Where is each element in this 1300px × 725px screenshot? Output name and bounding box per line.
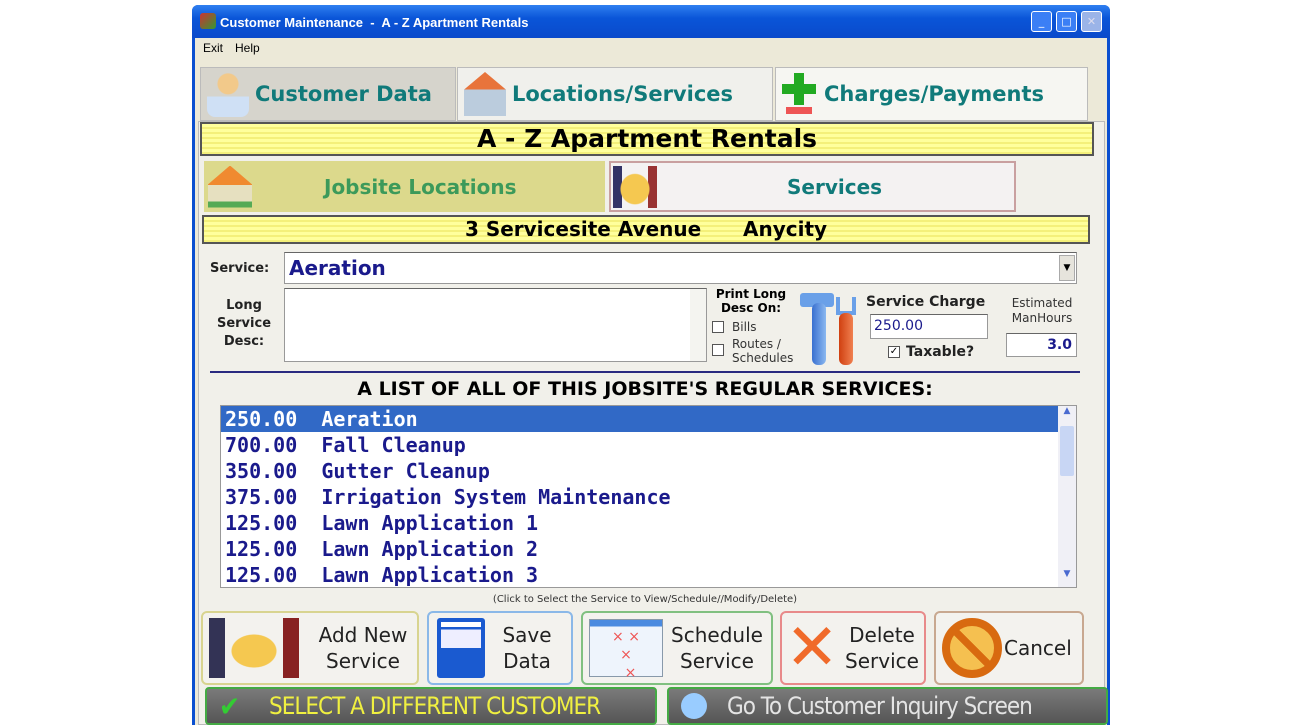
menu-help[interactable]: Help bbox=[235, 41, 260, 55]
routes-checkbox[interactable] bbox=[712, 344, 724, 356]
print-long-desc-label: Print Long Desc On: bbox=[715, 287, 787, 315]
address-banner: 3 Servicesite Avenue Anycity bbox=[202, 215, 1090, 244]
service-dropdown[interactable]: Aeration ▼ bbox=[284, 252, 1077, 284]
scroll-down-icon[interactable]: ▼ bbox=[1058, 569, 1076, 587]
list-item[interactable]: 350.00 Gutter Cleanup bbox=[221, 458, 1076, 484]
minimize-button[interactable]: _ bbox=[1031, 11, 1052, 32]
item-name: Irrigation System Maintenance bbox=[321, 485, 671, 509]
maximize-button[interactable]: □ bbox=[1056, 11, 1077, 32]
item-amount: 350.00 bbox=[225, 459, 298, 483]
est-manhours-label: Estimated ManHours bbox=[1011, 296, 1073, 325]
divider bbox=[210, 371, 1080, 373]
long-desc-textarea[interactable] bbox=[284, 288, 707, 362]
floppy-disk-icon bbox=[437, 618, 485, 678]
item-name: Aeration bbox=[321, 407, 418, 431]
address-city: Anycity bbox=[743, 217, 828, 241]
save-data-button[interactable]: Save Data bbox=[427, 611, 573, 685]
taxable-checkbox[interactable]: ✓ bbox=[888, 346, 900, 358]
calendar-icon: × × × × bbox=[589, 619, 663, 681]
schedule-service-button[interactable]: × × × × Schedule Service bbox=[581, 611, 773, 685]
title-bar: Customer Maintenance - A - Z Apartment R… bbox=[192, 5, 1110, 38]
x-icon: ✕ bbox=[785, 611, 839, 685]
subtab-jobsite-locations[interactable]: Jobsite Locations bbox=[204, 161, 605, 212]
item-name: Lawn Application 1 bbox=[321, 511, 539, 535]
tools-icon bbox=[800, 293, 858, 367]
window-title: Customer Maintenance - A - Z Apartment R… bbox=[220, 15, 529, 30]
list-item[interactable]: 375.00 Irrigation System Maintenance bbox=[221, 484, 1076, 510]
address-street: 3 Servicesite Avenue bbox=[464, 217, 702, 241]
routes-label: Routes / Schedules bbox=[732, 337, 794, 365]
long-desc-label: Long Service Desc: bbox=[216, 298, 272, 349]
menu-bar: Exit Help bbox=[195, 38, 1107, 58]
item-amount: 375.00 bbox=[225, 485, 298, 509]
close-button[interactable]: ✕ bbox=[1081, 11, 1102, 32]
item-name: Lawn Application 2 bbox=[321, 537, 539, 561]
plus-minus-icon bbox=[782, 73, 818, 115]
item-amount: 125.00 bbox=[225, 537, 298, 561]
service-charge-label: Service Charge bbox=[866, 294, 986, 310]
item-amount: 700.00 bbox=[225, 433, 298, 457]
chevron-down-icon[interactable]: ▼ bbox=[1059, 255, 1075, 281]
person-search-icon bbox=[681, 693, 707, 719]
person-icon bbox=[207, 71, 249, 117]
handshake-star-icon bbox=[209, 618, 299, 678]
house-handshake-icon bbox=[464, 72, 506, 116]
est-manhours-input[interactable]: 3.0 bbox=[1006, 333, 1077, 357]
list-title: A LIST OF ALL OF THIS JOBSITE'S REGULAR … bbox=[357, 378, 933, 400]
tab-locations-services[interactable]: Locations/Services bbox=[457, 67, 773, 121]
handshake-icon bbox=[613, 165, 657, 208]
app-icon bbox=[200, 13, 216, 29]
item-name: Lawn Application 3 bbox=[321, 563, 539, 587]
list-scrollbar[interactable]: ▲ ▼ bbox=[1058, 406, 1076, 587]
item-amount: 250.00 bbox=[225, 407, 298, 431]
bills-label: Bills bbox=[732, 320, 757, 334]
item-name: Gutter Cleanup bbox=[321, 459, 490, 483]
taxable-label: Taxable? bbox=[906, 344, 975, 360]
delete-service-button[interactable]: ✕ Delete Service bbox=[780, 611, 926, 685]
menu-exit[interactable]: Exit bbox=[203, 41, 223, 55]
list-item[interactable]: 125.00 Lawn Application 3 bbox=[221, 562, 1076, 587]
cancel-button[interactable]: Cancel bbox=[934, 611, 1084, 685]
select-different-customer-button[interactable]: ✔ SELECT A DIFFERENT CUSTOMER bbox=[205, 687, 657, 725]
tab-customer-data[interactable]: Customer Data bbox=[200, 67, 456, 121]
textarea-scrollbar[interactable] bbox=[690, 289, 706, 361]
prohibited-icon bbox=[942, 618, 1002, 678]
list-item[interactable]: 125.00 Lawn Application 2 bbox=[221, 536, 1076, 562]
bills-checkbox[interactable] bbox=[712, 321, 724, 333]
item-name: Fall Cleanup bbox=[321, 433, 466, 457]
list-item[interactable]: 250.00 Aeration bbox=[221, 406, 1076, 432]
services-list[interactable]: 250.00 Aeration 700.00 Fall Cleanup 350.00… bbox=[220, 405, 1077, 588]
add-new-service-button[interactable]: Add New Service bbox=[201, 611, 419, 685]
service-charge-input[interactable]: 250.00 bbox=[870, 314, 988, 339]
subtab-services[interactable]: Services bbox=[609, 161, 1016, 212]
item-amount: 125.00 bbox=[225, 511, 298, 535]
customer-name-banner: A - Z Apartment Rentals bbox=[200, 122, 1094, 156]
customer-inquiry-button[interactable]: Go To Customer Inquiry Screen bbox=[667, 687, 1108, 725]
item-amount: 125.00 bbox=[225, 563, 298, 587]
scroll-up-icon[interactable]: ▲ bbox=[1058, 406, 1076, 424]
list-item[interactable]: 700.00 Fall Cleanup bbox=[221, 432, 1076, 458]
list-item[interactable]: 125.00 Lawn Application 1 bbox=[221, 510, 1076, 536]
service-label: Service: bbox=[210, 261, 270, 276]
person-check-icon: ✔ bbox=[219, 689, 240, 723]
tab-charges-payments[interactable]: Charges/Payments bbox=[775, 67, 1088, 121]
house-icon bbox=[208, 165, 252, 208]
list-hint: (Click to Select the Service to View/Sch… bbox=[492, 594, 798, 605]
scroll-thumb[interactable] bbox=[1060, 426, 1074, 476]
